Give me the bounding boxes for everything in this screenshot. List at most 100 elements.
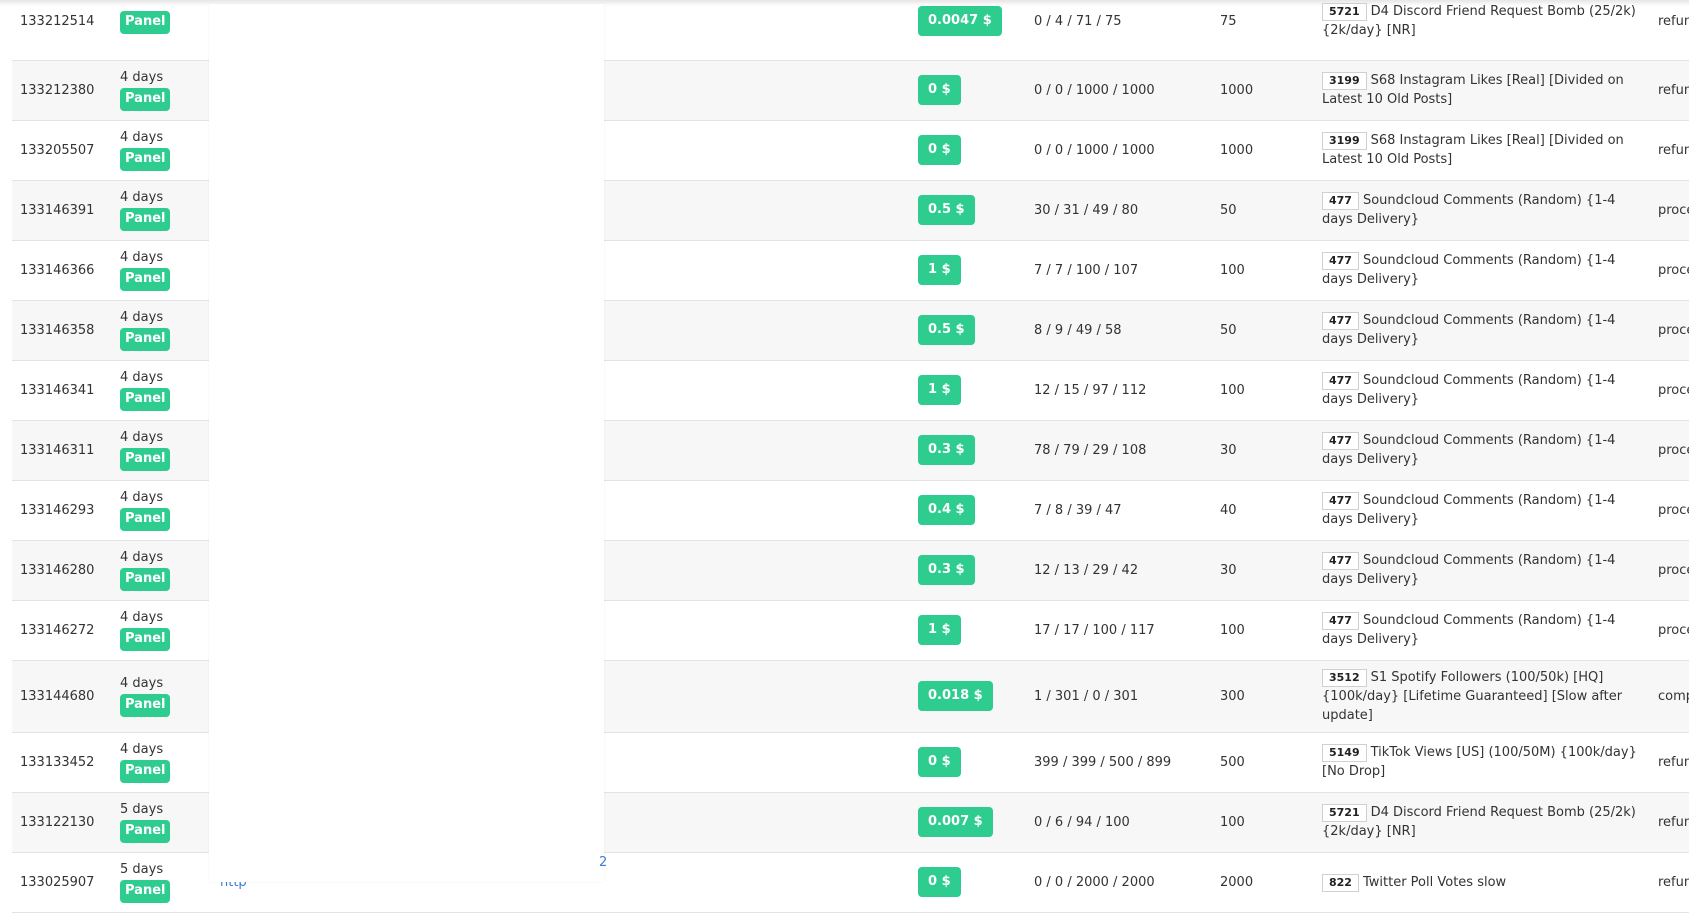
order-quantity: 100 [1220, 814, 1245, 830]
order-status: refunded [1658, 13, 1689, 29]
service-cell: 477 Soundcloud Comments (Random) {1-4 day… [1314, 600, 1650, 660]
order-status: processing [1658, 382, 1689, 398]
order-counts: 12 / 15 / 97 / 112 [1034, 382, 1147, 398]
service-name: TikTok Views [US] (100/50M) {100k/day} [… [1322, 745, 1637, 779]
panel-badge: Panel [120, 694, 171, 717]
charge-cell: 0.3 $ [918, 420, 1026, 480]
order-date-cell: 4 days Panel [112, 180, 212, 240]
panel-badge: Panel [120, 880, 171, 903]
charge-cell: 0 $ [918, 60, 1026, 120]
blank-overlay-panel [209, 4, 604, 882]
order-quantity: 1000 [1220, 82, 1254, 98]
order-quantity: 2000 [1220, 874, 1254, 890]
service-id-badge: 5149 [1322, 744, 1367, 762]
order-quantity: 100 [1220, 622, 1245, 638]
service-id-badge: 477 [1322, 192, 1359, 210]
order-counts: 0 / 0 / 1000 / 1000 [1034, 142, 1155, 158]
service-name: Soundcloud Comments (Random) {1-4 days D… [1322, 253, 1616, 287]
panel-badge: Panel [120, 628, 171, 651]
service-cell: 3512 S1 Spotify Followers (100/50k) [HQ] … [1314, 660, 1650, 732]
order-status: refunded [1658, 82, 1689, 98]
order-id: 133146341 [20, 382, 95, 398]
service-cell: 5721 D4 Discord Friend Request Bomb (25/2… [1314, 792, 1650, 852]
service-name: S68 Instagram Likes [Real] [Divided on L… [1322, 73, 1624, 107]
charge-badge: 0.018 $ [918, 681, 993, 711]
order-date: 4 days [120, 550, 164, 565]
order-counts: 1 / 301 / 0 / 301 [1034, 688, 1139, 704]
panel-badge: Panel [120, 10, 171, 34]
order-status: processing [1658, 442, 1689, 458]
order-counts: 0 / 4 / 71 / 75 [1034, 13, 1122, 29]
order-date: 4 days [120, 250, 164, 265]
charge-badge: 0.4 $ [918, 495, 975, 525]
service-name: S68 Instagram Likes [Real] [Divided on L… [1322, 133, 1624, 167]
charge-badge: 0.5 $ [918, 315, 975, 345]
service-name: Twitter Poll Votes slow [1362, 874, 1507, 890]
order-id: 133146280 [20, 562, 95, 578]
service-cell: 5721 D4 Discord Friend Request Bomb (25/2… [1314, 0, 1650, 60]
order-date: 4 days [120, 370, 164, 385]
service-cell: 477 Soundcloud Comments (Random) {1-4 day… [1314, 300, 1650, 360]
order-status: processing [1658, 262, 1689, 278]
order-id: 133146366 [20, 262, 95, 278]
order-date: 4 days [120, 310, 164, 325]
service-cell: 3199 S68 Instagram Likes [Real] [Divided … [1314, 60, 1650, 120]
order-date-cell: 4 days Panel [112, 240, 212, 300]
charge-badge: 1 $ [918, 375, 961, 405]
order-date: 4 days [120, 676, 164, 691]
service-cell: 3199 S68 Instagram Likes [Real] [Divided … [1314, 120, 1650, 180]
order-date: 4 days [120, 190, 164, 205]
service-name: Soundcloud Comments (Random) {1-4 days D… [1322, 433, 1616, 467]
order-id: 133146293 [20, 502, 95, 518]
panel-badge: Panel [120, 820, 171, 843]
service-id-badge: 822 [1322, 873, 1359, 892]
service-id-badge: 3199 [1322, 72, 1367, 90]
order-date-cell: 4 days Panel [112, 360, 212, 420]
panel-badge: Panel [120, 568, 171, 591]
service-name: Soundcloud Comments (Random) {1-4 days D… [1322, 193, 1616, 227]
order-status: refunded [1658, 142, 1689, 158]
order-date-cell: Panel [112, 0, 212, 60]
order-status: refunded [1658, 814, 1689, 830]
service-cell: 477 Soundcloud Comments (Random) {1-4 day… [1314, 240, 1650, 300]
order-date: 5 days [120, 802, 164, 817]
order-counts: 12 / 13 / 29 / 42 [1034, 562, 1139, 578]
link-tail-text[interactable]: 2 [599, 855, 607, 870]
order-quantity: 30 [1220, 562, 1237, 578]
order-status: processing [1658, 322, 1689, 338]
panel-badge: Panel [120, 88, 171, 111]
order-date: 4 days [120, 742, 164, 757]
charge-badge: 0 $ [918, 747, 961, 777]
order-quantity: 100 [1220, 382, 1245, 398]
order-date-cell: 4 days Panel [112, 300, 212, 360]
order-status: completed [1658, 688, 1689, 704]
order-date: 5 days [120, 862, 164, 877]
panel-badge: Panel [120, 448, 171, 471]
order-id: 133122130 [20, 814, 95, 830]
order-id: 133146358 [20, 322, 95, 338]
order-status: refunded [1658, 754, 1689, 770]
order-date: 4 days [120, 130, 164, 145]
service-cell: 477 Soundcloud Comments (Random) {1-4 day… [1314, 480, 1650, 540]
service-cell: 822 Twitter Poll Votes slow [1314, 852, 1650, 912]
order-date-cell: 4 days Panel [112, 120, 212, 180]
charge-badge: 0 $ [918, 867, 961, 897]
order-status: processing [1658, 622, 1689, 638]
order-date: 4 days [120, 430, 164, 445]
service-cell: 477 Soundcloud Comments (Random) {1-4 day… [1314, 540, 1650, 600]
charge-cell: 0.0047 $ [918, 0, 1026, 60]
order-id: 133205507 [20, 142, 95, 158]
order-date-cell: 5 days Panel [112, 852, 212, 912]
charge-cell: 0.4 $ [918, 480, 1026, 540]
order-date: 4 days [120, 70, 164, 85]
panel-badge: Panel [120, 208, 171, 231]
order-quantity: 50 [1220, 322, 1237, 338]
charge-cell: 0 $ [918, 852, 1026, 912]
charge-cell: 1 $ [918, 240, 1026, 300]
service-id-badge: 5721 [1322, 804, 1367, 822]
order-date-cell: 4 days Panel [112, 480, 212, 540]
panel-badge: Panel [120, 268, 171, 291]
order-quantity: 1000 [1220, 142, 1254, 158]
order-quantity: 50 [1220, 202, 1237, 218]
service-cell: 477 Soundcloud Comments (Random) {1-4 day… [1314, 180, 1650, 240]
